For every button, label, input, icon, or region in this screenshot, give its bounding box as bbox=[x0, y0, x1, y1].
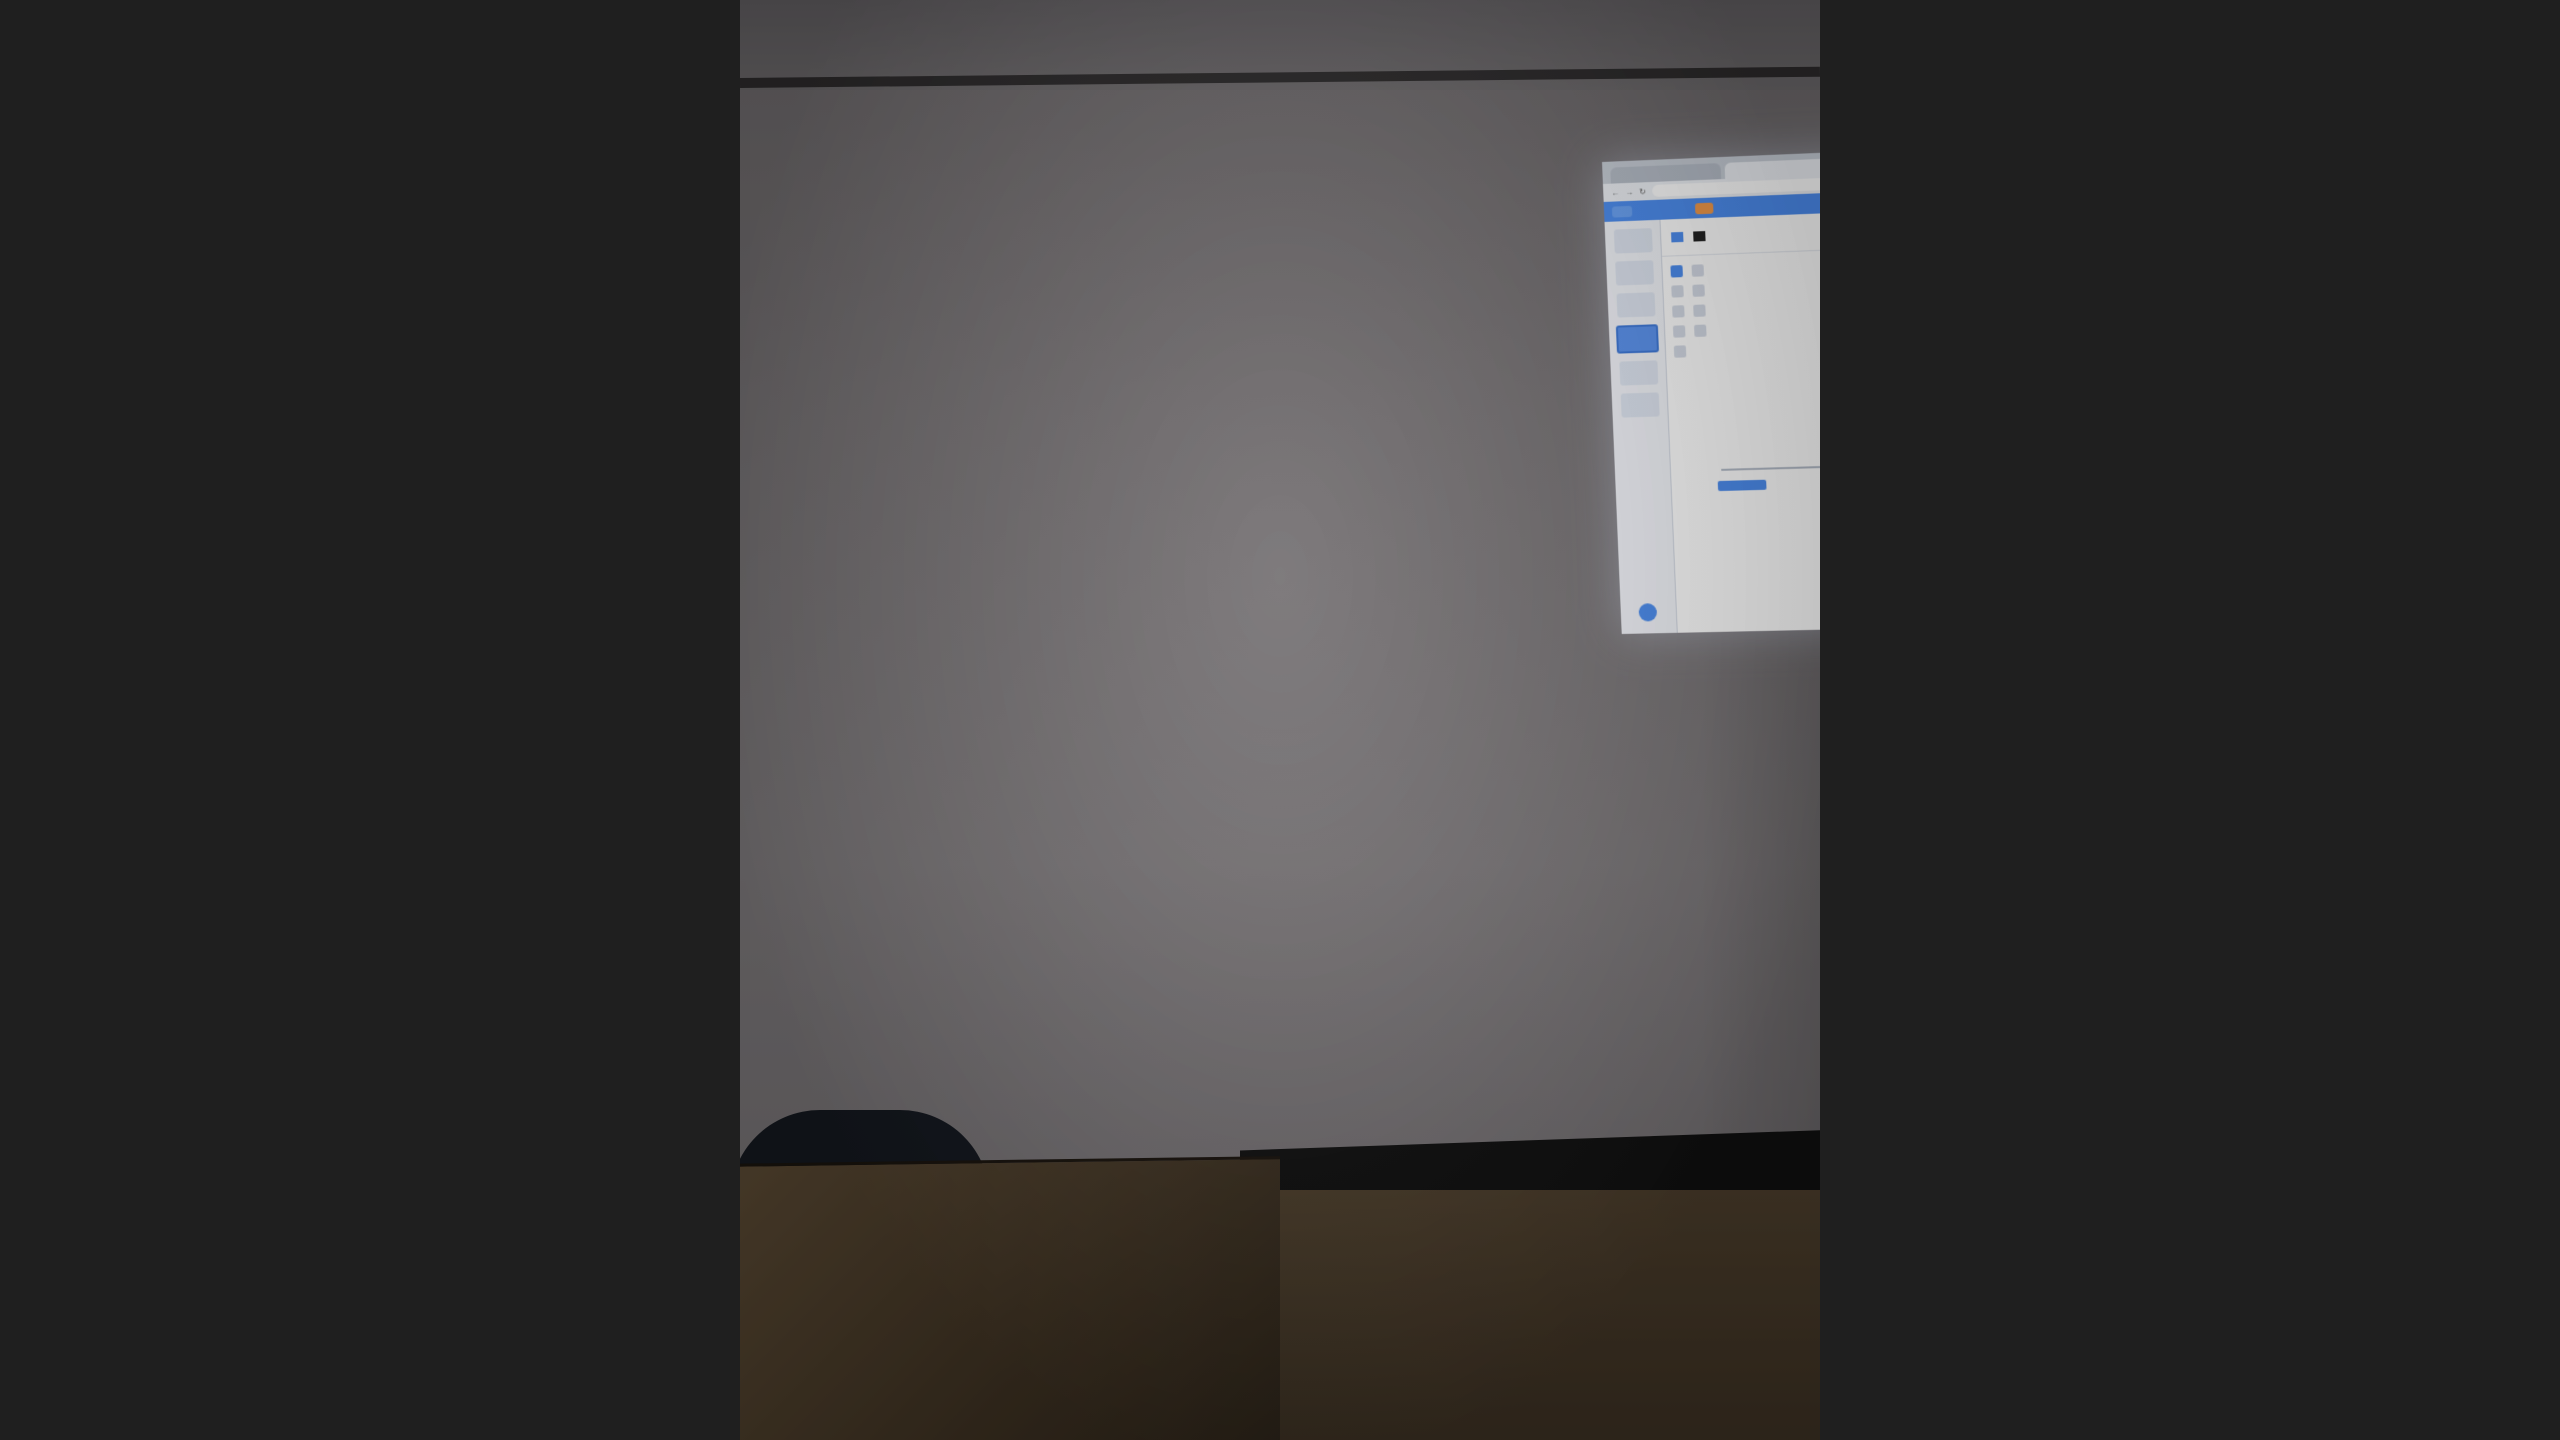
forward-icon: → bbox=[1625, 187, 1634, 197]
reshape-tool-icon bbox=[1691, 264, 1705, 277]
menu-item bbox=[1675, 205, 1685, 212]
share-button bbox=[1695, 202, 1714, 214]
paint-canvas bbox=[1713, 252, 1820, 473]
projected-screen: – □ ✕ ← → ↻ bbox=[1602, 127, 1820, 634]
circle-tool-icon bbox=[1694, 324, 1707, 337]
back-icon: ← bbox=[1611, 187, 1620, 198]
desk bbox=[740, 1156, 1280, 1440]
menu-item bbox=[1642, 207, 1648, 214]
browser-tabbar: – □ ✕ bbox=[1602, 127, 1820, 184]
app-workspace bbox=[1604, 189, 1820, 634]
app-logo bbox=[1611, 205, 1633, 218]
eraser-tool-icon bbox=[1692, 284, 1705, 297]
costume-thumb bbox=[1613, 228, 1653, 254]
fill-color-swatch bbox=[1671, 231, 1684, 243]
paint-tools bbox=[1670, 264, 1708, 358]
photo-frame: – □ ✕ ← → ↻ bbox=[740, 0, 1820, 1440]
costume-thumb bbox=[1615, 292, 1655, 318]
add-costume-icon bbox=[1638, 603, 1658, 622]
convert-button bbox=[1717, 479, 1767, 492]
fill-tool-icon bbox=[1672, 305, 1685, 318]
outline-color-swatch bbox=[1693, 231, 1706, 242]
costume-thumb bbox=[1618, 360, 1658, 386]
line-tool-icon bbox=[1672, 325, 1686, 338]
rectangle-tool-icon bbox=[1673, 345, 1687, 358]
text-tool-icon bbox=[1693, 304, 1706, 317]
costume-thumb-selected bbox=[1615, 324, 1659, 354]
paint-editor bbox=[1660, 198, 1820, 633]
stick-figure-drawing bbox=[1713, 252, 1820, 473]
reload-icon: ↻ bbox=[1639, 186, 1647, 197]
costume-thumb bbox=[1620, 392, 1660, 418]
menu-item bbox=[1658, 206, 1666, 213]
select-tool-icon bbox=[1670, 265, 1683, 278]
brush-tool-icon bbox=[1671, 285, 1684, 298]
costume-thumb bbox=[1614, 260, 1654, 286]
